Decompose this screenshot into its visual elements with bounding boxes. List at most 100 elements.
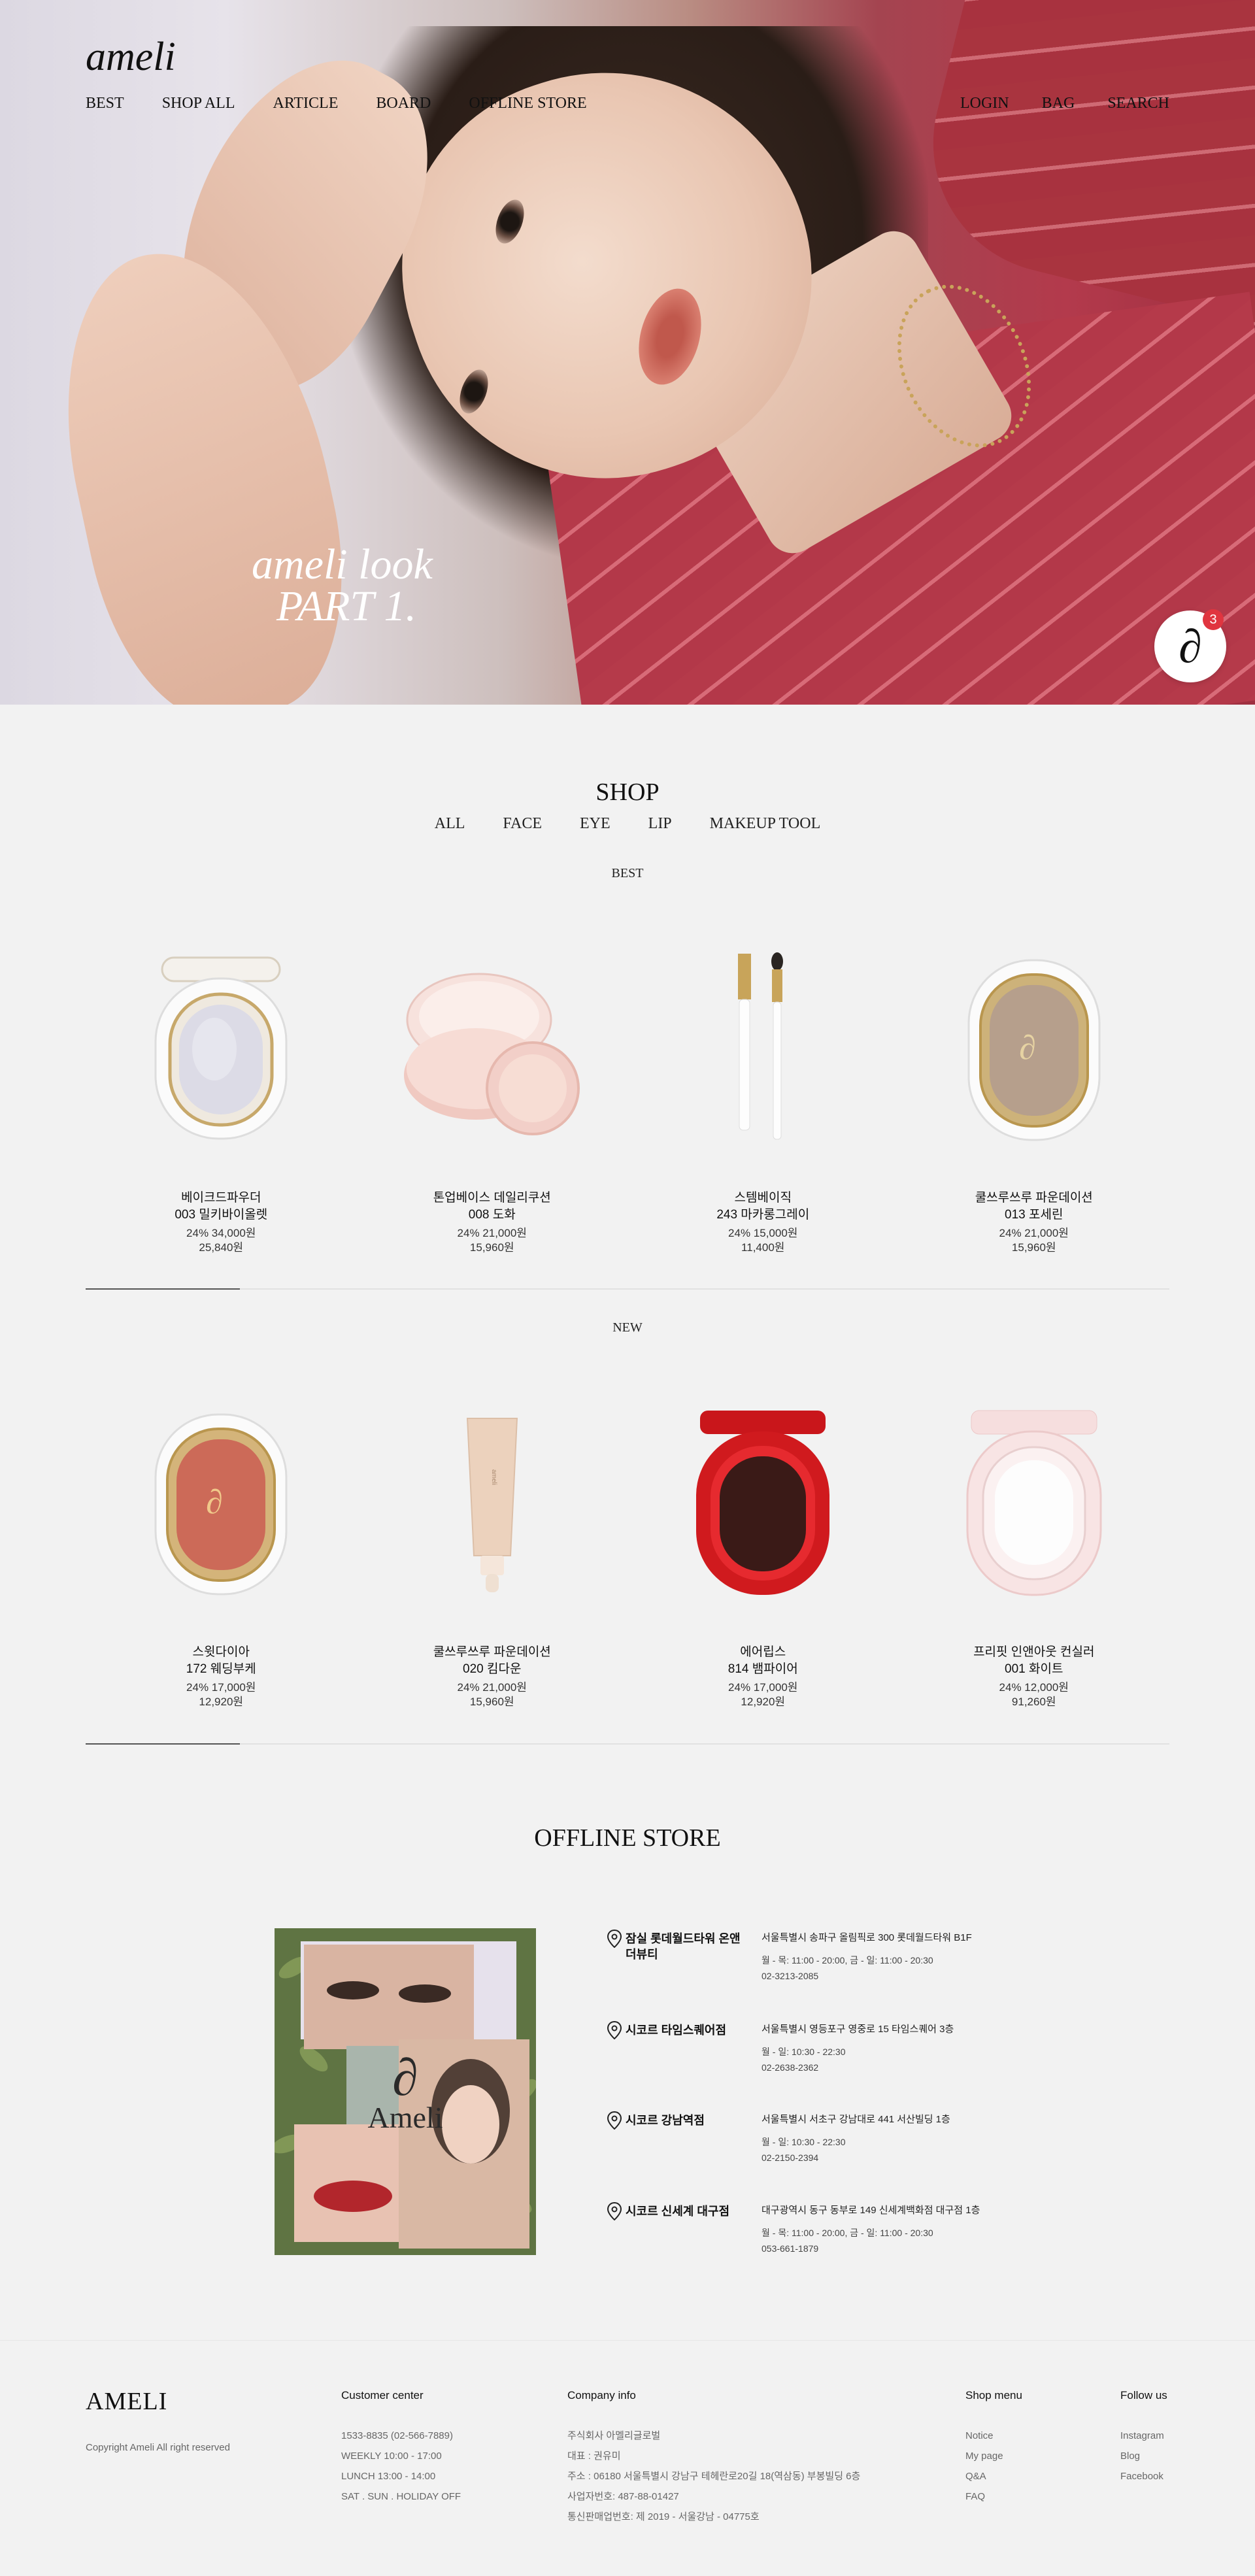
- store-item[interactable]: 시코르 타임스퀘어점 서울특별시 영등포구 영중로 15 타임스퀘어 3층 월 …: [605, 2020, 1062, 2098]
- product-card[interactable]: 에어립스 814 뱀파이어 24% 17,000원 12,920원: [628, 1399, 899, 1709]
- nav-bag[interactable]: BAG: [1042, 95, 1075, 112]
- product-image: [658, 1399, 867, 1608]
- location-pin-icon: [607, 2202, 622, 2220]
- hero-banner[interactable]: ameli BEST SHOP ALL ARTICLE BOARD OFFLIN…: [0, 0, 1255, 705]
- footer-heading: Company info: [567, 2389, 636, 2401]
- new-carousel-progress: [86, 1743, 1169, 1745]
- product-card[interactable]: 프리핏 인앤아웃 컨실러 001 화이트 24% 12,000원 91,260원: [899, 1399, 1170, 1709]
- nav-article[interactable]: ARTICLE: [273, 95, 338, 112]
- tab-lip[interactable]: LIP: [648, 815, 672, 833]
- product-card[interactable]: 스템베이직 243 마카롱그레이 24% 15,000원 11,400원: [628, 945, 899, 1255]
- nav-best[interactable]: BEST: [86, 95, 124, 112]
- footer-text: 사업자번호: 487-88-01427: [567, 2491, 679, 2502]
- store-name: 시코르 강남역점: [626, 2114, 705, 2127]
- location-pin-icon: [607, 2111, 622, 2130]
- product-card[interactable]: ameli 쿨쓰루쓰루 파운데이션 020 킴다운 24% 21,000원 15,9…: [357, 1399, 628, 1709]
- nav-board[interactable]: BOARD: [376, 95, 431, 112]
- product-card[interactable]: 베이크드파우더 003 밀키바이올렛 24% 34,000원 25,840원: [86, 945, 357, 1255]
- product-card[interactable]: ∂ 스윗다이아 172 웨딩부케 24% 17,000원 12,920원: [86, 1399, 357, 1709]
- tab-face[interactable]: FACE: [503, 815, 542, 833]
- footer-company-info: Company info 주식회사 아멜리글로벌 대표 : 권유미 주소 : 0…: [567, 2389, 860, 2527]
- nav-login[interactable]: LOGIN: [960, 95, 1009, 112]
- product-name: 스템베이직 243 마카롱그레이: [716, 1191, 810, 1222]
- product-name: 프리핏 인앤아웃 컨실러 001 화이트: [973, 1645, 1095, 1676]
- product-name: 베이크드파우더 003 밀키바이올렛: [175, 1191, 268, 1222]
- footer-divider: [0, 2340, 1255, 2341]
- best-product-grid: 베이크드파우더 003 밀키바이올렛 24% 34,000원 25,840원 톤업베…: [86, 945, 1169, 1255]
- site-logo[interactable]: ameli: [86, 34, 176, 80]
- store-hours: 월 - 목: 11:00 - 20:00, 금 - 일: 11:00 - 20:…: [761, 2228, 933, 2238]
- tab-makeup-tool[interactable]: MAKEUP TOOL: [710, 815, 821, 833]
- footer-heading: Follow us: [1120, 2389, 1167, 2401]
- store-name: 시코르 타임스퀘어점: [626, 2024, 727, 2037]
- store-phone: 02-2638-2362: [761, 2062, 819, 2073]
- store-address: 서울특별시 영등포구 영중로 15 타임스퀘어 3층: [761, 2024, 954, 2035]
- store-phone: 02-3213-2085: [761, 1971, 819, 1981]
- footer-link-qna[interactable]: Q&A: [965, 2466, 1022, 2486]
- shop-category-tabs: ALL FACE EYE LIP MAKEUP TOOL: [0, 815, 1255, 833]
- product-price: 24% 15,000원 11,400원: [728, 1227, 798, 1254]
- footer-text: 주식회사 아멜리글로벌: [567, 2430, 661, 2441]
- footer-text: SAT . SUN . HOLIDAY OFF: [341, 2491, 461, 2502]
- store-address: 서울특별시 송파구 올림픽로 300 롯데월드타워 B1F: [761, 1932, 972, 1943]
- utility-nav: LOGIN BAG SEARCH: [960, 95, 1169, 112]
- footer-text: 대표 : 권유미: [567, 2451, 621, 2462]
- footer-link-faq[interactable]: FAQ: [965, 2486, 1022, 2507]
- hero-photo-cloth-top: [905, 0, 1255, 327]
- store-image-logo-glyph: ∂: [392, 2049, 418, 2107]
- store-image-logo-text: Ameli: [368, 2101, 443, 2134]
- product-image: [658, 945, 867, 1154]
- footer-link-facebook[interactable]: Facebook: [1120, 2466, 1167, 2486]
- product-name: 쿨쓰루쓰루 파운데이션 013 포세린: [975, 1191, 1093, 1222]
- best-label: BEST: [611, 866, 644, 880]
- product-price: 24% 21,000원 15,960원: [457, 1227, 527, 1254]
- tab-eye[interactable]: EYE: [580, 815, 611, 833]
- store-address: 서울특별시 서초구 강남대로 441 서산빌딩 1층: [761, 2114, 950, 2125]
- footer-link-blog[interactable]: Blog: [1120, 2446, 1167, 2466]
- footer-text: 통신판매업번호: 제 2019 - 서울강남 - 04775호: [567, 2511, 760, 2522]
- footer-follow-us: Follow us Instagram Blog Facebook: [1120, 2389, 1167, 2486]
- product-name: 스윗다이아 172 웨딩부케: [186, 1645, 256, 1676]
- hero-caption-line2: PART 1.: [276, 582, 416, 630]
- floating-brand-button[interactable]: ∂ 3: [1154, 609, 1226, 682]
- store-item[interactable]: 시코르 강남역점 서울특별시 서초구 강남대로 441 서산빌딩 1층 월 - …: [605, 2110, 1062, 2188]
- product-card[interactable]: ∂ 쿨쓰루쓰루 파운데이션 013 포세린 24% 21,000원 15,960원: [899, 945, 1170, 1255]
- product-price: 24% 34,000원 25,840원: [186, 1227, 256, 1254]
- svg-text:∂: ∂: [206, 1484, 223, 1521]
- footer-customer-center: Customer center 1533-8835 (02-566-7889) …: [341, 2389, 461, 2507]
- product-image: ameli: [388, 1399, 597, 1608]
- footer-link-notice[interactable]: Notice: [965, 2426, 1022, 2446]
- footer-heading: Customer center: [341, 2389, 424, 2401]
- nav-offline-store[interactable]: OFFLINE STORE: [469, 95, 586, 112]
- product-card[interactable]: 톤업베이스 데일리쿠션 008 도화 24% 21,000원 15,960원: [357, 945, 628, 1255]
- svg-text:ameli: ameli: [490, 1469, 497, 1485]
- tab-all[interactable]: ALL: [435, 815, 465, 833]
- location-pin-icon: [607, 2021, 622, 2039]
- product-image: [929, 1399, 1139, 1608]
- new-product-grid: ∂ 스윗다이아 172 웨딩부케 24% 17,000원 12,920원 ameli…: [86, 1399, 1169, 1709]
- store-name: 시코르 신세계 대구점: [626, 2205, 730, 2218]
- product-name: 에어립스 814 뱀파이어: [728, 1645, 798, 1676]
- footer-link-my-page[interactable]: My page: [965, 2446, 1022, 2466]
- product-name: 톤업베이스 데일리쿠션 008 도화: [433, 1191, 551, 1222]
- footer-shop-menu: Shop menu Notice My page Q&A FAQ: [965, 2389, 1022, 2507]
- footer-heading: Shop menu: [965, 2389, 1022, 2401]
- store-hours: 월 - 일: 10:30 - 22:30: [761, 2047, 846, 2057]
- product-image: ∂: [929, 945, 1139, 1154]
- product-image: [116, 945, 326, 1154]
- footer-logo[interactable]: AMELI: [86, 2387, 167, 2416]
- best-carousel-progress: [86, 1288, 1169, 1290]
- product-image: ∂: [116, 1399, 326, 1608]
- nav-search[interactable]: SEARCH: [1107, 95, 1169, 112]
- nav-shop-all[interactable]: SHOP ALL: [162, 95, 235, 112]
- footer-link-instagram[interactable]: Instagram: [1120, 2426, 1167, 2446]
- carousel-progress-indicator: [86, 1743, 240, 1745]
- brand-mark-icon: ∂: [1179, 620, 1202, 673]
- store-item[interactable]: 잠실 롯데월드타워 온앤더뷰티 서울특별시 송파구 올림픽로 300 롯데월드타…: [605, 1928, 1062, 2007]
- carousel-progress-indicator: [86, 1288, 240, 1290]
- product-image: [388, 945, 597, 1154]
- store-hours: 월 - 목: 11:00 - 20:00, 금 - 일: 11:00 - 20:…: [761, 1955, 933, 1965]
- svg-text:∂: ∂: [1019, 1029, 1036, 1067]
- store-item[interactable]: 시코르 신세계 대구점 대구광역시 동구 동부로 149 신세계백화점 대구점 …: [605, 2201, 1062, 2279]
- product-name: 쿨쓰루쓰루 파운데이션 020 킴다운: [433, 1645, 551, 1676]
